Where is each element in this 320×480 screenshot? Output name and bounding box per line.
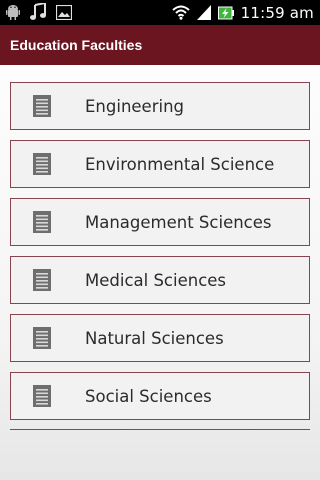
faculty-item-engineering[interactable]: Engineering bbox=[10, 82, 310, 130]
image-icon bbox=[56, 4, 72, 20]
faculty-item-medical-sciences[interactable]: Medical Sciences bbox=[10, 256, 310, 304]
status-bar-system: 11:59 am bbox=[171, 0, 314, 25]
faculty-item-social-sciences[interactable]: Social Sciences bbox=[10, 372, 310, 420]
document-icon bbox=[33, 269, 51, 291]
faculty-item-management-sciences[interactable]: Management Sciences bbox=[10, 198, 310, 246]
document-icon bbox=[33, 95, 51, 117]
faculty-item-label: Environmental Science bbox=[85, 154, 275, 174]
document-icon bbox=[33, 153, 51, 175]
page-title: Education Faculties bbox=[10, 37, 143, 53]
faculty-item-label: Engineering bbox=[85, 96, 184, 116]
status-time: 11:59 am bbox=[240, 3, 314, 22]
android-debug-icon bbox=[6, 4, 20, 20]
faculty-item-environmental-science[interactable]: Environmental Science bbox=[10, 140, 310, 188]
title-bar: Education Faculties bbox=[0, 25, 320, 65]
faculty-list: Engineering Environmental Science Manage… bbox=[10, 82, 310, 430]
wifi-icon bbox=[171, 5, 190, 20]
signal-icon bbox=[196, 5, 211, 20]
list-divider bbox=[10, 429, 310, 430]
faculty-item-label: Social Sciences bbox=[85, 386, 212, 406]
status-bar-notifications bbox=[6, 3, 72, 21]
faculty-item-label: Natural Sciences bbox=[85, 328, 224, 348]
battery-charging-icon bbox=[217, 5, 234, 20]
document-icon bbox=[33, 211, 51, 233]
status-bar: 11:59 am bbox=[0, 0, 320, 25]
document-icon bbox=[33, 385, 51, 407]
faculty-item-label: Medical Sciences bbox=[85, 270, 227, 290]
faculty-item-natural-sciences[interactable]: Natural Sciences bbox=[10, 314, 310, 362]
faculty-item-label: Management Sciences bbox=[85, 212, 272, 232]
music-note-icon bbox=[30, 3, 46, 21]
document-icon bbox=[33, 327, 51, 349]
